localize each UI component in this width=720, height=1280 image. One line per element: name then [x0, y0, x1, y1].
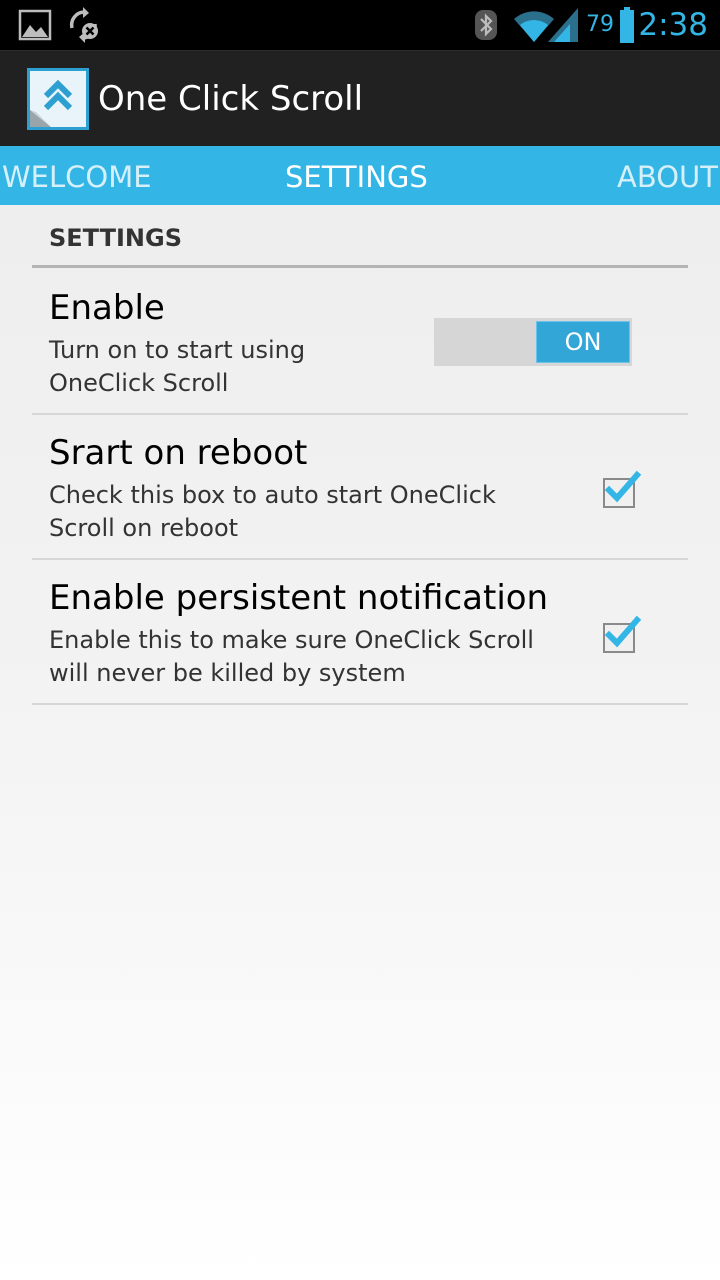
pref-summary: Turn on to start using OneClick Scroll [49, 336, 306, 397]
pref-row-persistent-notification[interactable]: Enable persistent notification Enable th… [32, 560, 688, 705]
tab-strip: WELCOME SETTINGS ABOUT [0, 146, 720, 205]
sync-error-icon [69, 7, 98, 43]
pref-row-start-on-reboot[interactable]: Srart on reboot Check this box to auto s… [32, 415, 688, 560]
pref-summary: Enable this to make sure OneClick Scroll… [49, 626, 534, 687]
pref-title: Srart on reboot [49, 433, 308, 473]
picture-icon [18, 9, 52, 41]
action-bar: One Click Scroll [0, 50, 720, 146]
app-title: One Click Scroll [98, 79, 364, 119]
status-bar: 79 2:38 [0, 0, 720, 50]
section-divider [32, 265, 688, 268]
app-logo-icon[interactable] [27, 68, 89, 130]
tab-settings[interactable]: SETTINGS [285, 160, 428, 194]
tab-about[interactable]: ABOUT [617, 160, 718, 194]
enable-toggle[interactable]: ON [434, 318, 632, 366]
toggle-thumb: ON [536, 321, 630, 363]
pref-row-enable[interactable]: Enable Turn on to start using OneClick S… [32, 270, 688, 415]
tab-welcome[interactable]: WELCOME [2, 160, 152, 194]
section-header: SETTINGS [49, 224, 182, 252]
start-on-reboot-checkbox[interactable] [600, 469, 642, 511]
pref-title: Enable [49, 288, 165, 328]
pref-summary: Check this box to auto start OneClick Sc… [49, 481, 496, 542]
persistent-notification-checkbox[interactable] [600, 614, 642, 656]
clock: 2:38 [638, 7, 708, 43]
signal-icon [548, 8, 578, 42]
bluetooth-icon [475, 10, 497, 40]
battery-icon [620, 7, 634, 43]
battery-percent: 79 [586, 12, 614, 37]
pref-title: Enable persistent notification [49, 578, 549, 618]
